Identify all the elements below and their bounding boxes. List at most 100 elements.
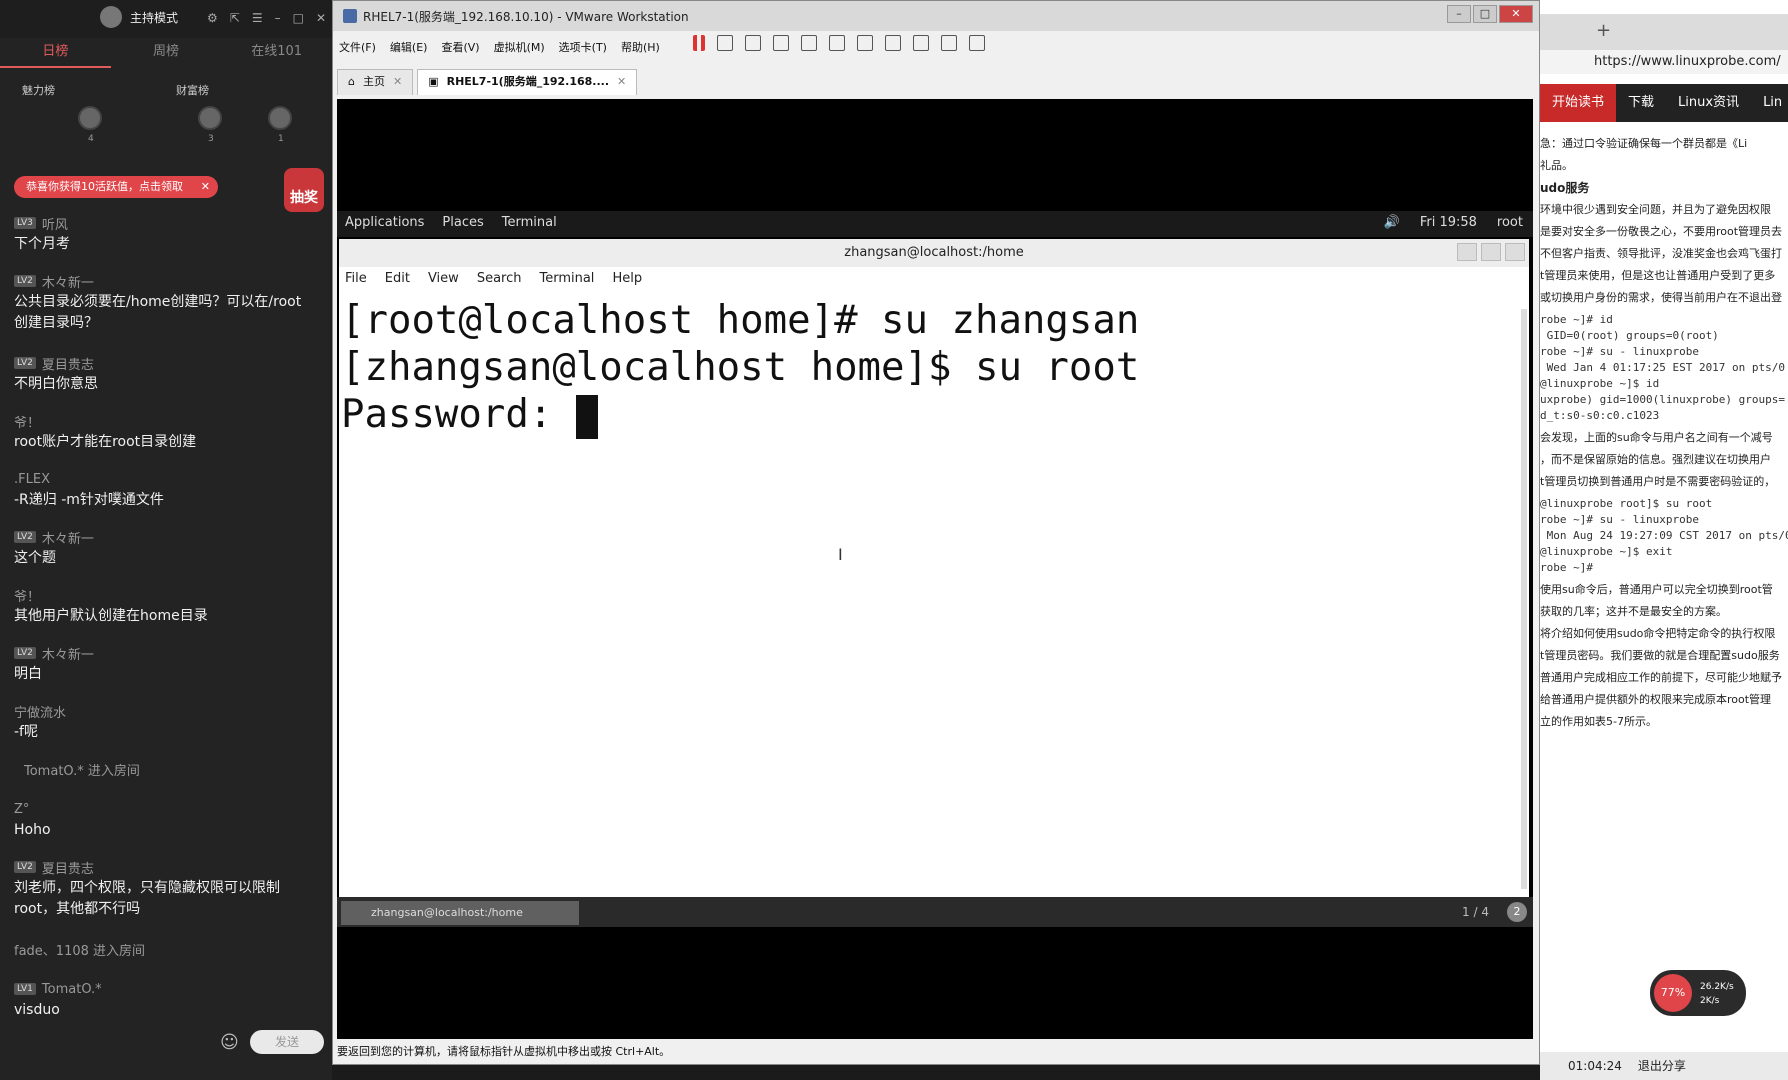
rank-avatar[interactable] [198,106,222,130]
thumbnail-icon[interactable] [857,35,873,51]
menu-view[interactable]: 查看(V) [441,39,479,55]
address-bar[interactable]: https://www.linuxprobe.com/ [1540,50,1788,74]
tab-daily[interactable]: 日榜 [0,38,111,68]
rank-avatar[interactable] [78,106,102,130]
snapshot-manager-icon[interactable] [801,35,817,51]
taskbar-terminal-item[interactable]: zhangsan@localhost:/home [341,901,579,925]
network-monitor[interactable]: 77% 26.2K/s 2K/s [1650,970,1746,1016]
menu-edit[interactable]: Edit [385,271,410,286]
menu-file[interactable]: File [345,271,367,286]
library-icon[interactable] [829,35,845,51]
nav-more[interactable]: Lin [1751,84,1788,122]
menu-icon[interactable]: ☰ [252,11,263,25]
vm-display[interactable]: Applications Places Terminal 🔊 Fri 19:58… [337,99,1533,1039]
chat-username[interactable]: 爷！ [14,586,40,605]
close-button[interactable]: ✕ [1499,5,1533,23]
popout-icon[interactable]: ⇱ [230,11,240,25]
maximize-button[interactable] [1481,243,1501,261]
close-icon[interactable]: ✕ [393,70,402,95]
nav-download[interactable]: 下载 [1616,84,1666,122]
fullscreen-icon[interactable] [885,35,901,51]
rank-panel: 魅力榜 财富榜 4 3 1 [0,72,332,152]
code-line: Mon Aug 24 19:27:09 CST 2017 on pts/0 [1540,529,1788,542]
code-line: robe ~]# [1540,561,1593,574]
new-tab-icon[interactable]: + [1596,20,1611,41]
article-text: 不但客户指责、领导批评，没准奖金也会鸡飞蛋打 [1540,247,1782,260]
places-menu[interactable]: Places [442,215,483,230]
code-line: robe ~]# su - linuxprobe [1540,345,1699,358]
rank-avatar[interactable] [268,106,292,130]
exit-share-button[interactable]: 退出分享 [1638,1052,1686,1080]
chat-username[interactable]: TomatO.* [42,982,102,997]
chat-tabs: 日榜 周榜 在线101 [0,38,332,68]
chat-text: 明白 [14,666,42,682]
menu-vm[interactable]: 虚拟机(M) [494,39,545,55]
menu-search[interactable]: Search [477,271,522,286]
chat-username[interactable]: 木々新一 [42,644,94,663]
chat-username[interactable]: 夏目贵志 [42,354,94,373]
vmware-logo-icon [343,9,357,23]
close-icon[interactable]: ✕ [617,70,626,95]
chat-username[interactable]: 宁做流水 [14,702,66,721]
terminal-app-label[interactable]: Terminal [502,215,557,230]
applications-menu[interactable]: Applications [345,215,424,230]
nav-linux-news[interactable]: Linux资讯 [1666,84,1751,122]
tab-vm[interactable]: ▣ RHEL7-1(服务端_192.168.... ✕ [417,69,638,95]
menu-help[interactable]: 帮助(H) [621,39,660,55]
reward-banner[interactable]: 恭喜你获得10活跃值，点击领取 ✕ [14,176,218,198]
menu-file[interactable]: 文件(F) [339,39,376,55]
send-keys-icon[interactable] [717,35,733,51]
minimize-button[interactable] [1457,243,1477,261]
nav-start-reading[interactable]: 开始读书 [1540,84,1617,122]
terminal-title: zhangsan@localhost:/home [339,239,1529,267]
menu-help[interactable]: Help [612,271,642,286]
terminal-output[interactable]: [root@localhost home]# su zhangsan [zhang… [341,297,1491,439]
chat-username[interactable]: Z° [14,802,29,817]
menu-tabs[interactable]: 选项卡(T) [559,39,607,55]
tab-weekly[interactable]: 周榜 [111,38,222,68]
host-info: 主持模式 [100,6,178,28]
gnome-top-bar: Applications Places Terminal 🔊 Fri 19:58… [337,211,1533,237]
minimize-icon[interactable]: – [275,11,281,25]
lottery-button[interactable]: 抽奖 [284,168,324,212]
volume-icon[interactable]: 🔊 [1384,215,1400,230]
tab-home[interactable]: ⌂ 主页 ✕ [337,69,414,95]
maximize-icon[interactable]: □ [293,11,304,25]
chat-username[interactable]: 爷！ [14,412,40,431]
menu-edit[interactable]: 编辑(E) [390,39,428,55]
minimize-button[interactable]: – [1447,5,1471,23]
maximize-button[interactable]: □ [1473,5,1497,23]
chat-username[interactable]: 听风 [42,214,68,233]
close-button[interactable] [1505,243,1525,261]
pause-icon[interactable] [693,35,705,51]
unity-icon[interactable] [913,35,929,51]
notification-badge[interactable]: 2 [1507,902,1527,922]
stretch-icon[interactable] [969,35,985,51]
emoji-icon[interactable]: ☺ [220,1032,239,1053]
settings-icon[interactable]: ⚙ [207,11,218,25]
user-menu[interactable]: root [1497,215,1523,230]
charm-rank-label: 魅力榜 [22,84,55,97]
vmware-menubar: 文件(F) 编辑(E) 查看(V) 虚拟机(M) 选项卡(T) 帮助(H) [339,35,660,59]
revert-snapshot-icon[interactable] [773,35,789,51]
snapshot-icon[interactable] [745,35,761,51]
chat-header: 主持模式 ⚙ ⇱ ☰ – □ ✕ [0,0,332,38]
clock[interactable]: Fri 19:58 [1420,215,1477,230]
article-text: 环境中很少遇到安全问题，并且为了避免因权限 [1540,203,1771,216]
code-line: @linuxprobe ~]$ id [1540,377,1660,390]
menu-view[interactable]: View [428,271,459,286]
chat-username[interactable]: 木々新一 [42,528,94,547]
close-icon[interactable]: ✕ [201,176,210,198]
menu-terminal[interactable]: Terminal [539,271,594,286]
send-button[interactable]: 发送 [250,1030,324,1054]
wealth-rank-label: 财富榜 [176,84,209,97]
workspace-indicator[interactable]: 1 / 4 [1462,905,1489,919]
chat-username[interactable]: 夏目贵志 [42,858,94,877]
terminal-scrollbar[interactable] [1521,309,1527,889]
tab-online[interactable]: 在线101 [221,38,332,68]
chat-username[interactable]: .FLEX [14,472,50,487]
level-badge: LV3 [14,217,36,229]
chat-username[interactable]: 木々新一 [42,272,94,291]
close-icon[interactable]: ✕ [316,11,326,25]
console-icon[interactable] [941,35,957,51]
